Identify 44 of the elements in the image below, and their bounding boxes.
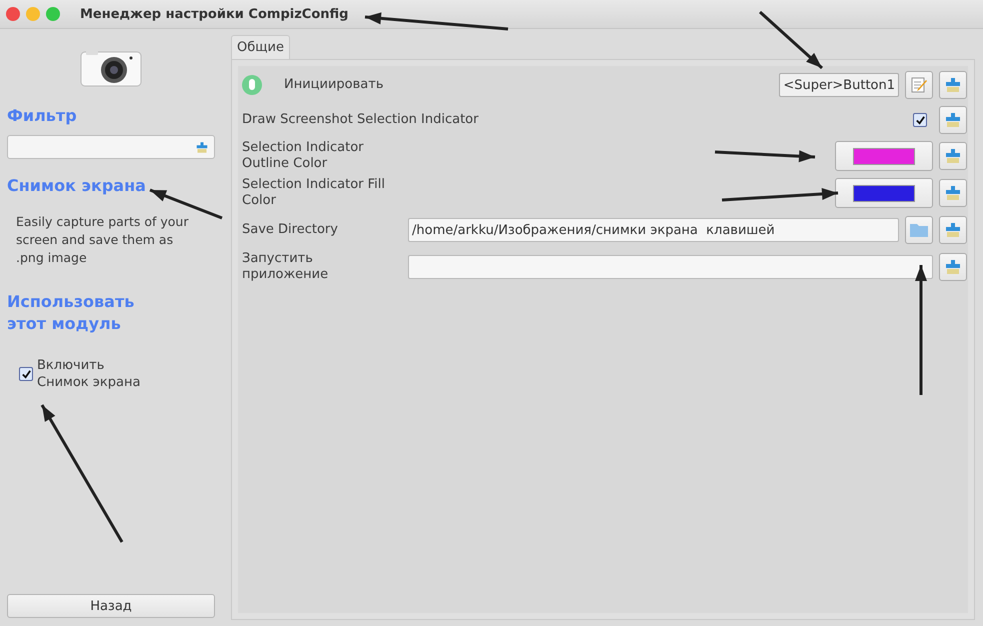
enable-checkbox[interactable] xyxy=(19,367,33,381)
window-title: Менеджер настройки CompizConfig xyxy=(80,6,348,22)
enable-label: Включить Снимок экрана xyxy=(37,357,142,391)
path-field[interactable]: /home/arkku/Изображения/снимки экрана клавишей xyxy=(408,218,899,242)
reset-icon xyxy=(945,222,961,238)
edit-icon xyxy=(910,76,928,94)
edit-button[interactable] xyxy=(905,71,933,99)
reset-button[interactable] xyxy=(939,142,967,170)
clear-icon xyxy=(196,140,208,154)
annotation-arrow xyxy=(759,10,823,70)
color-button[interactable] xyxy=(835,178,933,208)
setting-label: Save Directory xyxy=(242,222,339,238)
setting-label: Selection Indicator Outline Color xyxy=(242,140,364,172)
maximize-button[interactable] xyxy=(46,7,60,21)
filter-field[interactable] xyxy=(7,135,215,159)
shortcut-button[interactable]: <Super>Button1 xyxy=(779,73,899,97)
setting-label: Selection Indicator Fill Color xyxy=(242,177,386,209)
reset-button[interactable] xyxy=(939,106,967,134)
tab[interactable]: Общие xyxy=(231,35,290,59)
setting-checkbox[interactable] xyxy=(913,113,927,127)
reset-icon xyxy=(945,148,961,164)
reset-button[interactable] xyxy=(939,216,967,244)
close-button[interactable] xyxy=(6,7,20,21)
reset-button[interactable] xyxy=(939,253,967,281)
setting-label: Draw Screenshot Selection Indicator xyxy=(242,112,478,128)
camera-icon xyxy=(80,49,142,87)
mouse-icon xyxy=(242,75,262,95)
reset-button[interactable] xyxy=(939,179,967,207)
back-button[interactable]: Назад xyxy=(7,594,215,618)
use-module-heading: Использовать этот модуль xyxy=(7,291,136,335)
reset-icon xyxy=(945,112,961,128)
plugin-title: Снимок экрана xyxy=(7,175,147,197)
color-button[interactable] xyxy=(835,141,933,171)
reset-icon xyxy=(945,77,961,93)
folder-icon xyxy=(909,222,929,238)
reset-icon xyxy=(945,185,961,201)
filter-heading: Фильтр xyxy=(7,105,78,127)
setting-label: Инициировать xyxy=(284,77,384,93)
plugin-description: Easily capture parts of your screen and save them as .png image xyxy=(15,213,190,267)
reset-button[interactable] xyxy=(939,71,967,99)
browse-button[interactable] xyxy=(905,216,933,244)
command-field[interactable] xyxy=(408,255,933,279)
setting-label: Запустить приложение xyxy=(242,251,330,283)
reset-icon xyxy=(945,259,961,275)
